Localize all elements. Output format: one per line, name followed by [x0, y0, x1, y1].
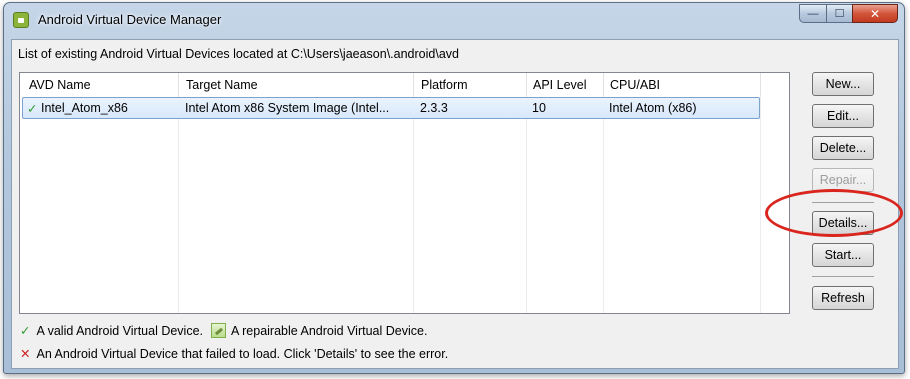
column-header-cpu-abi[interactable]: CPU/ABI — [610, 78, 660, 92]
api-level-cell: 10 — [532, 101, 546, 115]
legend-valid-text: A valid Android Virtual Device. — [36, 323, 204, 338]
avd-table[interactable]: AVD Name Target Name Platform API Level … — [19, 72, 790, 314]
header-divider[interactable] — [178, 73, 179, 97]
android-app-icon — [13, 12, 29, 28]
refresh-button[interactable]: Refresh — [812, 286, 874, 310]
repair-icon — [211, 323, 227, 338]
column-header-api-level[interactable]: API Level — [533, 78, 587, 92]
column-header-avd-name[interactable]: AVD Name — [29, 78, 91, 92]
new-button[interactable]: New... — [812, 72, 874, 96]
platform-cell: 2.3.3 — [420, 101, 448, 115]
avd-name-cell: Intel_Atom_x86 — [41, 101, 128, 115]
cpu-abi-cell: Intel Atom (x86) — [609, 101, 697, 115]
close-button[interactable]: ✕ — [852, 4, 898, 23]
header-divider[interactable] — [760, 73, 761, 97]
avd-manager-window: Android Virtual Device Manager — ☐ ✕ Lis… — [3, 2, 905, 374]
minimize-button[interactable]: — — [799, 4, 826, 23]
legend-failed: ✕ An Android Virtual Device that failed … — [20, 346, 449, 362]
dialog-body: List of existing Android Virtual Devices… — [11, 39, 899, 369]
column-divider — [760, 73, 761, 313]
header-divider[interactable] — [603, 73, 604, 97]
maximize-button[interactable]: ☐ — [826, 4, 852, 23]
column-header-target-name[interactable]: Target Name — [186, 78, 258, 92]
legend-valid: ✓ A valid Android Virtual Device. A repa… — [20, 323, 427, 338]
window-title: Android Virtual Device Manager — [38, 12, 222, 27]
header-divider[interactable] — [526, 73, 527, 97]
table-row[interactable]: ✓ Intel_Atom_x86 Intel Atom x86 System I… — [22, 97, 760, 119]
avd-location-label: List of existing Android Virtual Devices… — [18, 47, 459, 61]
button-separator — [812, 276, 874, 277]
column-header-platform[interactable]: Platform — [421, 78, 468, 92]
start-highlight-annotation — [765, 189, 903, 237]
edit-button[interactable]: Edit... — [812, 104, 874, 128]
check-icon: ✓ — [20, 324, 31, 338]
check-icon: ✓ — [27, 102, 38, 116]
table-header: AVD Name Target Name Platform API Level … — [20, 73, 789, 97]
error-x-icon: ✕ — [20, 347, 31, 361]
window-controls: — ☐ ✕ — [799, 4, 898, 23]
start-button[interactable]: Start... — [812, 243, 874, 267]
title-bar[interactable]: Android Virtual Device Manager — ☐ ✕ — [4, 3, 904, 37]
legend-failed-text: An Android Virtual Device that failed to… — [36, 346, 449, 361]
delete-button[interactable]: Delete... — [812, 136, 874, 160]
header-divider[interactable] — [413, 73, 414, 97]
target-name-cell: Intel Atom x86 System Image (Intel... — [185, 101, 390, 115]
legend-repairable-text: A repairable Android Virtual Device. — [231, 323, 428, 338]
